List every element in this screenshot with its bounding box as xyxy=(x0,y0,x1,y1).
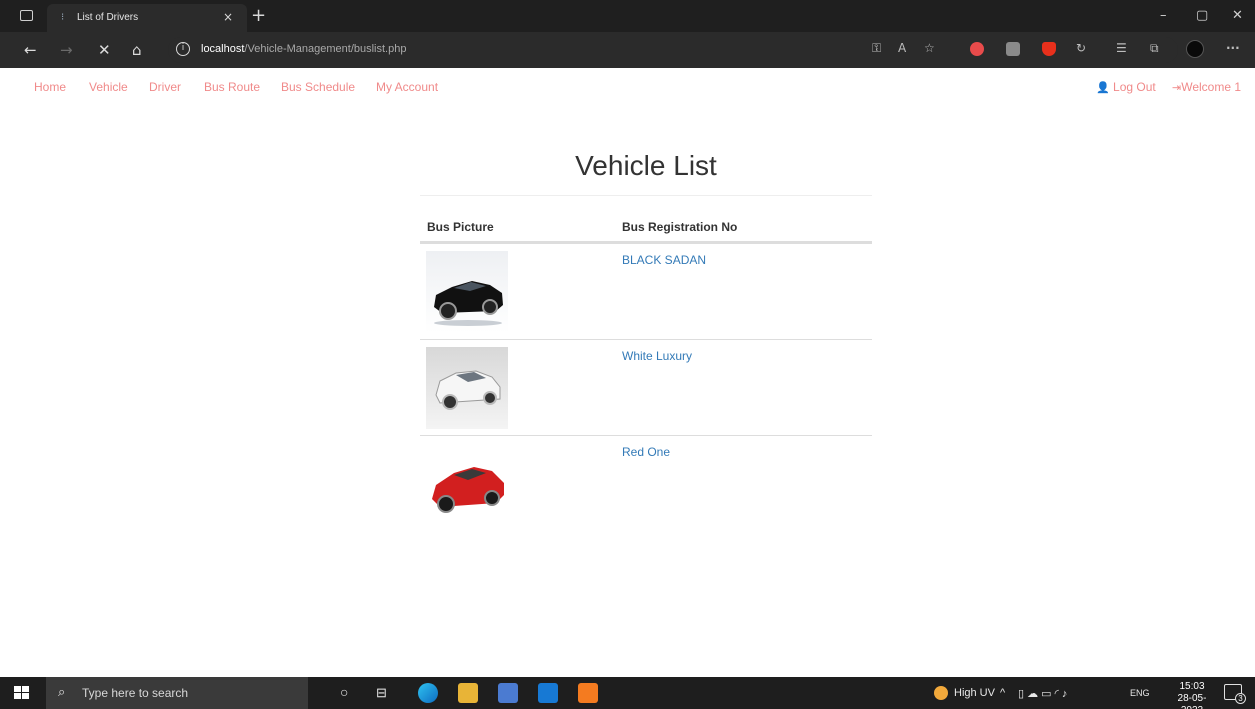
nav-driver[interactable]: Driver xyxy=(149,80,181,94)
car-image-white xyxy=(426,347,508,429)
nav-vehicle[interactable]: Vehicle xyxy=(89,80,128,94)
windows-start-icon[interactable] xyxy=(14,686,30,700)
extension-gray-icon[interactable] xyxy=(1006,42,1020,56)
mail-icon[interactable] xyxy=(538,683,558,703)
home-icon[interactable]: ⌂ xyxy=(132,41,142,59)
favorite-icon[interactable]: ☆ xyxy=(924,41,935,55)
site-info-icon[interactable]: i xyxy=(176,42,190,56)
key-icon[interactable]: ⚿ xyxy=(872,41,881,56)
loading-icon: ⁝ xyxy=(61,12,65,23)
clock-time: 15:03 xyxy=(1179,681,1205,692)
store-icon[interactable] xyxy=(498,683,518,703)
more-options-icon[interactable]: ··· xyxy=(1226,41,1240,55)
page-title: Vehicle List xyxy=(575,150,717,181)
edge-browser-icon[interactable] xyxy=(418,683,438,703)
extension-red-icon[interactable] xyxy=(970,42,984,56)
user-icon: 👤 xyxy=(1096,81,1110,94)
nav-home[interactable]: Home xyxy=(34,80,66,94)
table-row: Red One xyxy=(420,435,872,531)
registration-link[interactable]: White Luxury xyxy=(622,349,692,363)
extension-puzzle-icon[interactable]: ↻ xyxy=(1076,41,1086,55)
address-bar-row: ← → ✕ ⌂ i localhost/Vehicle-Management/b… xyxy=(0,32,1255,68)
clock-date: 28-05-2022 xyxy=(1177,693,1207,709)
file-explorer-icon[interactable] xyxy=(458,683,478,703)
url-field[interactable]: i localhost/Vehicle-Management/buslist.p… xyxy=(168,37,1178,63)
table-row: BLACK SADAN xyxy=(420,243,872,339)
column-header-registration: Bus Registration No xyxy=(622,220,738,234)
welcome-link[interactable]: ⇥Welcome 1 xyxy=(1172,80,1241,94)
table-row: White Luxury xyxy=(420,339,872,435)
nav-bus-schedule[interactable]: Bus Schedule xyxy=(281,80,355,94)
back-icon[interactable]: ← xyxy=(24,41,37,59)
cortana-icon[interactable]: ○ xyxy=(340,684,348,700)
title-divider xyxy=(420,195,872,196)
show-hidden-icons[interactable]: ^ xyxy=(1000,687,1005,699)
browser-tab-bar: ⁝ List of Drivers × + – ▢ ✕ xyxy=(0,0,1255,32)
stop-loading-icon[interactable]: ✕ xyxy=(98,41,111,59)
car-image-black xyxy=(426,251,508,333)
read-aloud-icon[interactable]: A xyxy=(898,41,906,55)
logout-link[interactable]: 👤 Log Out xyxy=(1096,80,1156,94)
car-image-red xyxy=(426,443,508,525)
url-text: localhost/Vehicle-Management/buslist.php xyxy=(201,43,407,55)
window-close-icon[interactable]: ✕ xyxy=(1232,8,1243,23)
new-tab-icon[interactable]: + xyxy=(251,5,266,26)
tab-title: List of Drivers xyxy=(77,12,139,23)
weather-text[interactable]: High UV xyxy=(954,687,995,699)
registration-link[interactable]: Red One xyxy=(622,445,670,459)
login-icon: ⇥ xyxy=(1172,81,1182,94)
favorites-list-icon[interactable]: ☰ xyxy=(1116,41,1127,55)
nav-bus-route[interactable]: Bus Route xyxy=(204,80,260,94)
nav-my-account[interactable]: My Account xyxy=(376,80,438,94)
search-placeholder: Type here to search xyxy=(82,686,189,700)
maximize-icon[interactable]: ▢ xyxy=(1196,8,1208,23)
xampp-icon[interactable] xyxy=(578,683,598,703)
minimize-icon[interactable]: – xyxy=(1160,8,1167,23)
profile-avatar-icon[interactable] xyxy=(1186,40,1204,58)
tray-icons[interactable]: ▯ ☁ ▭ ◜ ♪ xyxy=(1018,687,1067,700)
task-view-icon[interactable]: ⊟ xyxy=(376,685,387,701)
welcome-label: Welcome 1 xyxy=(1181,80,1242,94)
registration-link[interactable]: BLACK SADAN xyxy=(622,253,706,267)
logout-label: Log Out xyxy=(1113,80,1156,94)
windows-taskbar: ⌕ Type here to search ○ ⊟ High UV ^ ▯ ☁ … xyxy=(0,677,1255,709)
clock[interactable]: 15:03 28-05-2022 xyxy=(1167,681,1217,709)
column-header-bus-picture: Bus Picture xyxy=(427,220,494,234)
forward-icon: → xyxy=(60,41,73,59)
site-navbar: Home Vehicle Driver Bus Route Bus Schedu… xyxy=(0,68,1255,108)
collections-icon[interactable]: ⧉ xyxy=(1150,41,1159,56)
extension-shield-icon[interactable] xyxy=(1042,42,1056,56)
notification-icon[interactable]: 3 xyxy=(1224,684,1246,704)
tab-actions-icon[interactable] xyxy=(20,10,33,21)
notification-count: 3 xyxy=(1235,693,1246,704)
taskbar-search-box[interactable]: ⌕ Type here to search xyxy=(46,677,308,709)
tab-close-icon[interactable]: × xyxy=(223,10,233,24)
browser-tab[interactable]: ⁝ List of Drivers × xyxy=(47,4,247,32)
language-indicator[interactable]: ENG xyxy=(1130,688,1150,698)
weather-icon[interactable] xyxy=(934,686,948,700)
search-icon: ⌕ xyxy=(58,685,66,700)
